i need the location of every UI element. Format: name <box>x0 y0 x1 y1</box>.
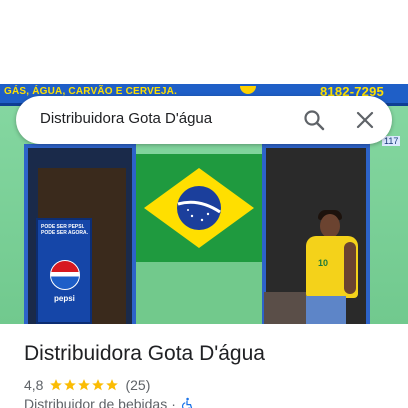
place-category: Distribuidor de bebidas <box>24 396 168 408</box>
star-icon <box>64 379 77 391</box>
person-shorts <box>306 296 346 324</box>
rating-value: 4,8 <box>24 377 44 393</box>
search-icon[interactable] <box>302 108 326 132</box>
separator: · <box>171 396 176 408</box>
category-row: Distribuidor de bebidas · <box>24 396 194 408</box>
shirt-number: 10 <box>318 258 329 268</box>
close-icon[interactable] <box>353 108 377 132</box>
place-info-panel: Distribuidora Gota D'água 4,8 (25) Distr… <box>0 324 408 408</box>
pepsi-fridge: PODE SER PEPSI. PODE SER AGORA. pepsi <box>36 218 92 324</box>
wheelchair-icon <box>181 397 193 408</box>
person-arm <box>344 242 356 294</box>
brazil-flag-icon <box>136 154 262 262</box>
star-icon <box>78 379 91 391</box>
fridge-slogan: PODE SER PEPSI. PODE SER AGORA. <box>41 224 89 236</box>
pepsi-logo-icon <box>50 260 80 290</box>
flag-rhombus <box>144 168 254 248</box>
rating-row[interactable]: 4,8 (25) <box>24 376 150 394</box>
star-icon <box>92 379 105 391</box>
star-icon <box>106 379 119 391</box>
search-input[interactable]: Distribuidora Gota D'água <box>40 110 212 127</box>
sign-logo <box>238 84 258 96</box>
wall-green-panel <box>136 262 262 324</box>
search-bar[interactable]: Distribuidora Gota D'água <box>16 96 392 144</box>
rating-stars <box>49 378 119 392</box>
person-head <box>320 214 340 238</box>
star-icon <box>50 379 63 391</box>
review-count[interactable]: (25) <box>125 377 150 393</box>
place-title: Distribuidora Gota D'água <box>24 342 265 365</box>
fridge-brand: pepsi <box>54 294 75 303</box>
house-number: 117 <box>382 136 401 146</box>
maps-place-view: GÁS, ÁGUA, CARVÃO E CERVEJA. 8182-7295 1… <box>0 0 408 408</box>
